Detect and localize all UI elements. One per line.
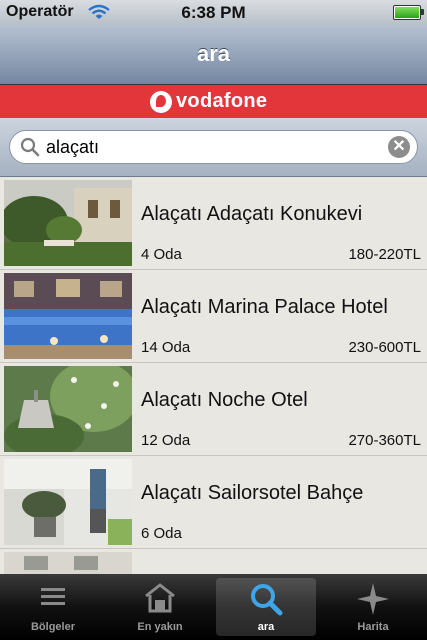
list-item[interactable]: Alaçatı Marina Palace Hotel 14 Oda 230-6… [0,270,427,363]
vodafone-logo-icon [150,91,172,113]
house-icon [145,583,175,613]
page-title: ara [196,41,231,66]
tab-label: Harita [357,621,389,633]
list-icon [41,588,65,605]
tab-ara[interactable]: ara [216,578,316,636]
list-item[interactable]: Alaçatı Sailorsotel Bahçe 6 Oda [0,456,427,549]
status-bar: Operatör 6:38 PM [0,0,427,25]
tab-label: ara [257,621,275,633]
hotel-name: Alaçatı Adaçatı Konukevi [141,203,363,225]
room-count: 12 Oda [141,432,191,449]
hotel-photo [4,273,132,359]
results-list[interactable]: Alaçatı Adaçatı Konukevi 4 Oda 180-220TL… [0,177,427,574]
list-item[interactable]: Alaçatı Noche Otel 12 Oda 270-360TL [0,363,427,456]
navigation-bar: ara [0,25,427,85]
search-input[interactable] [46,136,376,158]
vodafone-banner[interactable]: vodafone [0,85,427,118]
tab-label: En yakın [137,621,183,633]
tab-bolgeler[interactable]: Bölgeler [3,578,103,636]
hotel-photo [4,366,132,452]
room-count: 6 Oda [141,525,182,542]
search-field[interactable]: ✕ [9,130,418,164]
room-count: 14 Oda [141,339,191,356]
price-range: 230-600TL [348,339,421,356]
hotel-photo [4,180,132,266]
list-item[interactable]: Alaçatı Adaçatı Konukevi 4 Oda 180-220TL [0,177,427,270]
tab-label: Bölgeler [30,621,75,633]
hotel-photo [4,552,132,574]
compass-star-icon [357,583,389,615]
price-range: 270-360TL [348,432,421,449]
clock: 6:38 PM [181,3,246,22]
tab-harita[interactable]: Harita [323,578,423,636]
clear-search-icon[interactable]: ✕ [388,136,410,158]
room-count: 4 Oda [141,246,182,263]
search-icon [251,584,283,616]
hotel-name: Alaçatı Sailorsotel Bahçe [141,482,364,504]
search-icon [20,137,40,157]
tab-bar: Bölgeler En yakın ara Harita [0,574,427,640]
hotel-photo [4,459,132,545]
hotel-name: Alaçatı Noche Otel [141,389,308,411]
list-item[interactable] [0,549,427,574]
battery-icon [393,5,424,20]
tab-en-yakin[interactable]: En yakın [110,578,210,636]
hotel-name: Alaçatı Marina Palace Hotel [141,296,388,318]
search-bar: ✕ [0,118,427,177]
banner-brand: vodafone [176,90,268,112]
price-range: 180-220TL [348,246,421,263]
